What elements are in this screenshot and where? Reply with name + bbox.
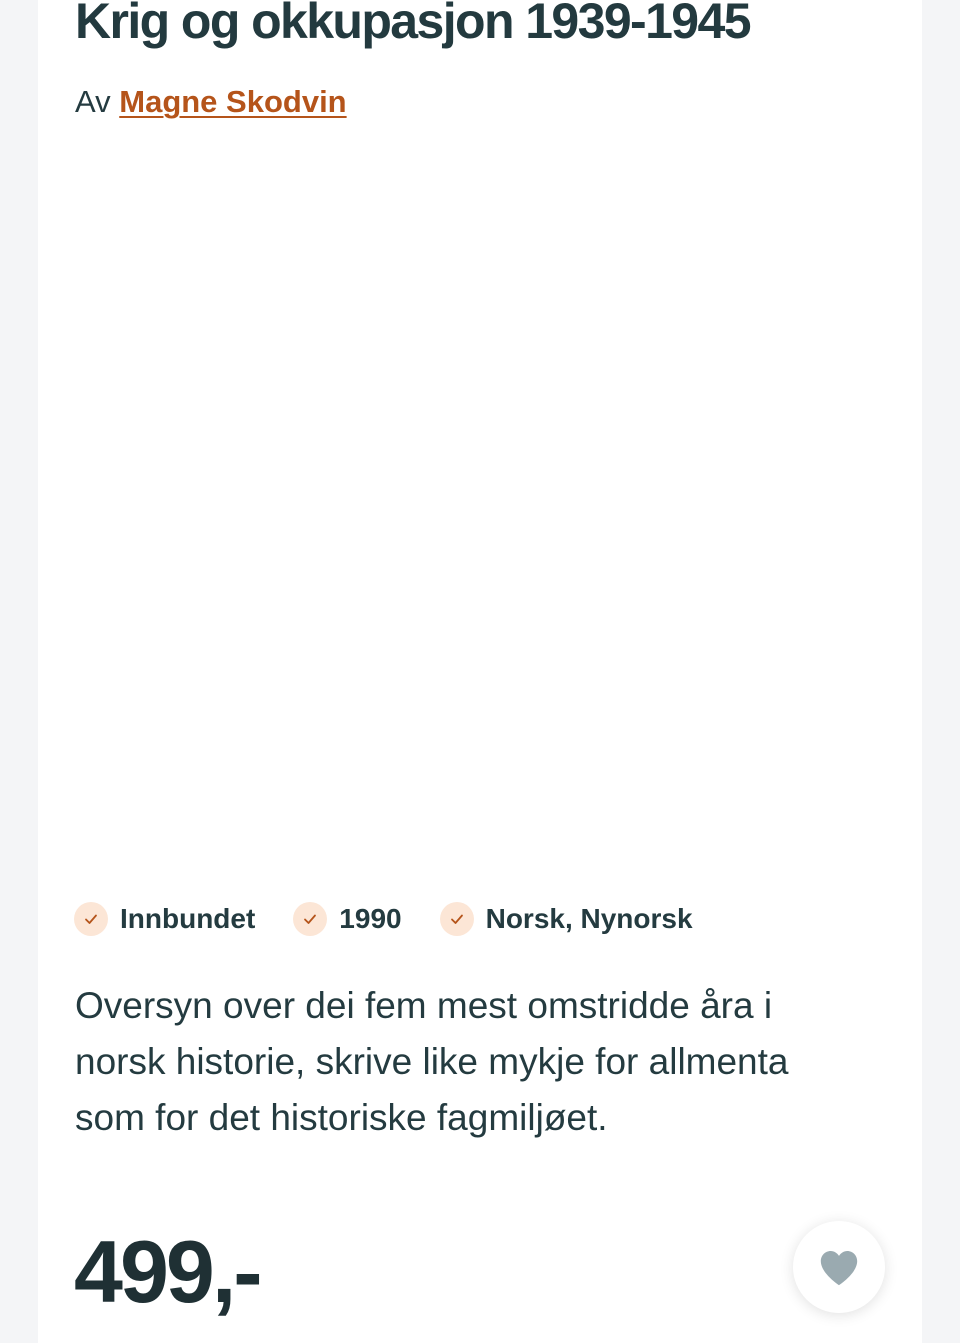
heart-icon (820, 1251, 858, 1286)
check-icon (439, 902, 474, 936)
check-icon (293, 902, 328, 936)
wishlist-button[interactable] (793, 1221, 885, 1313)
page-title: Krig og okkupasjon 1939-1945 (75, 0, 752, 49)
feature-language: Norsk, Nynorsk (439, 901, 693, 937)
feature-list: Innbundet 1990 Norsk, Nynorsk (74, 901, 731, 937)
byline-prefix: Av (75, 84, 111, 119)
feature-label: Norsk, Nynorsk (485, 903, 693, 934)
check-icon (74, 902, 108, 936)
author-link[interactable]: Magne Skodvin (119, 84, 346, 119)
byline: Av Magne Skodvin (75, 82, 347, 122)
feature-label: 1990 (339, 903, 402, 934)
product-price: 499,- (74, 1222, 263, 1321)
feature-label: Innbundet (120, 903, 256, 934)
cover-image-area (75, 140, 885, 860)
product-description: Oversyn over dei fem mest omstridde åra … (75, 985, 789, 1138)
feature-year: 1990 (293, 901, 402, 937)
product-card: Krig og okkupasjon 1939-1945 Av Magne Sk… (38, 0, 922, 1343)
feature-format: Innbundet (74, 901, 255, 937)
